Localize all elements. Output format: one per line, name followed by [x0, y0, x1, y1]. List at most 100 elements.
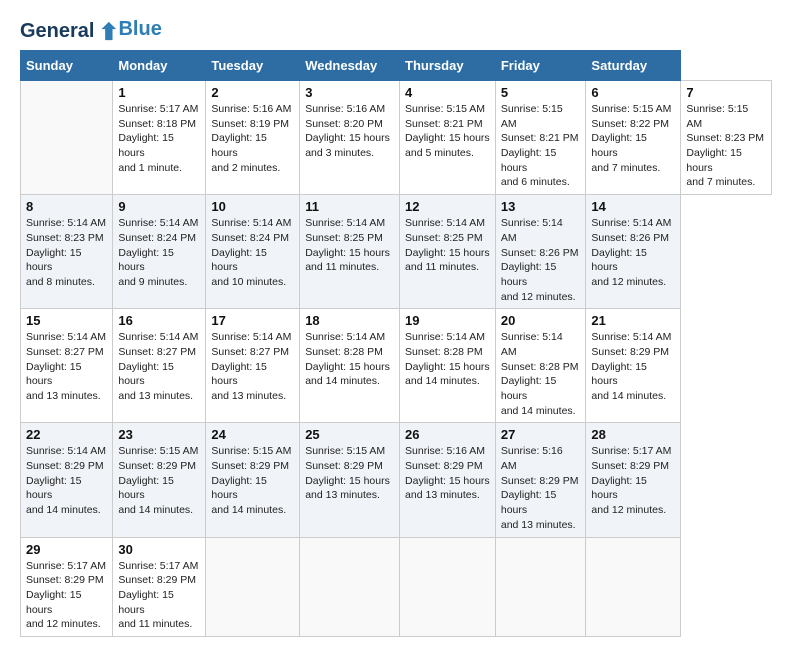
day-info: Sunrise: 5:14 AMSunset: 8:27 PMDaylight:…	[211, 330, 294, 403]
day-cell-30: 30 Sunrise: 5:17 AMSunset: 8:29 PMDaylig…	[113, 537, 206, 636]
day-info: Sunrise: 5:15 AMSunset: 8:22 PMDaylight:…	[591, 102, 675, 175]
day-info: Sunrise: 5:14 AMSunset: 8:29 PMDaylight:…	[26, 444, 107, 517]
calendar-week-0: 1 Sunrise: 5:17 AMSunset: 8:18 PMDayligh…	[21, 81, 772, 195]
day-number: 10	[211, 199, 294, 214]
col-header-friday: Friday	[495, 51, 586, 81]
day-info: Sunrise: 5:14 AMSunset: 8:26 PMDaylight:…	[591, 216, 675, 289]
empty-cell	[300, 537, 400, 636]
day-number: 13	[501, 199, 581, 214]
day-number: 5	[501, 85, 581, 100]
day-info: Sunrise: 5:14 AMSunset: 8:26 PMDaylight:…	[501, 216, 581, 304]
col-header-sunday: Sunday	[21, 51, 113, 81]
day-cell-4: 4 Sunrise: 5:15 AMSunset: 8:21 PMDayligh…	[400, 81, 496, 195]
day-info: Sunrise: 5:17 AMSunset: 8:18 PMDaylight:…	[118, 102, 200, 175]
day-cell-3: 3 Sunrise: 5:16 AMSunset: 8:20 PMDayligh…	[300, 81, 400, 195]
day-info: Sunrise: 5:14 AMSunset: 8:23 PMDaylight:…	[26, 216, 107, 289]
day-cell-12: 12 Sunrise: 5:14 AMSunset: 8:25 PMDaylig…	[400, 195, 496, 309]
empty-cell	[586, 537, 681, 636]
day-info: Sunrise: 5:15 AMSunset: 8:21 PMDaylight:…	[405, 102, 490, 161]
calendar-header-row: SundayMondayTuesdayWednesdayThursdayFrid…	[21, 51, 772, 81]
day-number: 29	[26, 542, 107, 557]
day-number: 16	[118, 313, 200, 328]
day-info: Sunrise: 5:15 AMSunset: 8:29 PMDaylight:…	[305, 444, 394, 503]
empty-cell	[495, 537, 586, 636]
calendar-week-4: 29 Sunrise: 5:17 AMSunset: 8:29 PMDaylig…	[21, 537, 772, 636]
day-number: 8	[26, 199, 107, 214]
day-cell-18: 18 Sunrise: 5:14 AMSunset: 8:28 PMDaylig…	[300, 309, 400, 423]
day-info: Sunrise: 5:14 AMSunset: 8:24 PMDaylight:…	[118, 216, 200, 289]
day-cell-14: 14 Sunrise: 5:14 AMSunset: 8:26 PMDaylig…	[586, 195, 681, 309]
day-number: 6	[591, 85, 675, 100]
day-cell-21: 21 Sunrise: 5:14 AMSunset: 8:29 PMDaylig…	[586, 309, 681, 423]
day-cell-20: 20 Sunrise: 5:14 AMSunset: 8:28 PMDaylig…	[495, 309, 586, 423]
day-number: 11	[305, 199, 394, 214]
day-cell-27: 27 Sunrise: 5:16 AMSunset: 8:29 PMDaylig…	[495, 423, 586, 537]
day-info: Sunrise: 5:16 AMSunset: 8:19 PMDaylight:…	[211, 102, 294, 175]
day-number: 9	[118, 199, 200, 214]
day-info: Sunrise: 5:17 AMSunset: 8:29 PMDaylight:…	[591, 444, 675, 517]
day-cell-8: 8 Sunrise: 5:14 AMSunset: 8:23 PMDayligh…	[21, 195, 113, 309]
day-cell-15: 15 Sunrise: 5:14 AMSunset: 8:27 PMDaylig…	[21, 309, 113, 423]
day-cell-10: 10 Sunrise: 5:14 AMSunset: 8:24 PMDaylig…	[206, 195, 300, 309]
day-number: 27	[501, 427, 581, 442]
day-cell-19: 19 Sunrise: 5:14 AMSunset: 8:28 PMDaylig…	[400, 309, 496, 423]
empty-cell	[206, 537, 300, 636]
day-info: Sunrise: 5:15 AMSunset: 8:29 PMDaylight:…	[118, 444, 200, 517]
day-number: 20	[501, 313, 581, 328]
day-info: Sunrise: 5:14 AMSunset: 8:28 PMDaylight:…	[501, 330, 581, 418]
logo-general-text: General	[20, 21, 94, 41]
day-info: Sunrise: 5:16 AMSunset: 8:29 PMDaylight:…	[405, 444, 490, 503]
day-number: 7	[686, 85, 766, 100]
day-cell-22: 22 Sunrise: 5:14 AMSunset: 8:29 PMDaylig…	[21, 423, 113, 537]
calendar-week-1: 8 Sunrise: 5:14 AMSunset: 8:23 PMDayligh…	[21, 195, 772, 309]
day-info: Sunrise: 5:16 AMSunset: 8:20 PMDaylight:…	[305, 102, 394, 161]
calendar-table: SundayMondayTuesdayWednesdayThursdayFrid…	[20, 50, 772, 637]
day-cell-5: 5 Sunrise: 5:15 AMSunset: 8:21 PMDayligh…	[495, 81, 586, 195]
col-header-monday: Monday	[113, 51, 206, 81]
day-number: 26	[405, 427, 490, 442]
day-cell-16: 16 Sunrise: 5:14 AMSunset: 8:27 PMDaylig…	[113, 309, 206, 423]
day-cell-9: 9 Sunrise: 5:14 AMSunset: 8:24 PMDayligh…	[113, 195, 206, 309]
day-number: 1	[118, 85, 200, 100]
empty-cell	[21, 81, 113, 195]
day-cell-13: 13 Sunrise: 5:14 AMSunset: 8:26 PMDaylig…	[495, 195, 586, 309]
day-number: 18	[305, 313, 394, 328]
empty-cell	[400, 537, 496, 636]
day-cell-23: 23 Sunrise: 5:15 AMSunset: 8:29 PMDaylig…	[113, 423, 206, 537]
col-header-wednesday: Wednesday	[300, 51, 400, 81]
day-cell-6: 6 Sunrise: 5:15 AMSunset: 8:22 PMDayligh…	[586, 81, 681, 195]
day-info: Sunrise: 5:14 AMSunset: 8:28 PMDaylight:…	[405, 330, 490, 389]
day-cell-25: 25 Sunrise: 5:15 AMSunset: 8:29 PMDaylig…	[300, 423, 400, 537]
page-header: General Blue	[20, 20, 772, 42]
day-info: Sunrise: 5:14 AMSunset: 8:25 PMDaylight:…	[405, 216, 490, 275]
day-info: Sunrise: 5:15 AMSunset: 8:29 PMDaylight:…	[211, 444, 294, 517]
day-info: Sunrise: 5:14 AMSunset: 8:25 PMDaylight:…	[305, 216, 394, 275]
day-number: 25	[305, 427, 394, 442]
day-cell-24: 24 Sunrise: 5:15 AMSunset: 8:29 PMDaylig…	[206, 423, 300, 537]
col-header-saturday: Saturday	[586, 51, 681, 81]
day-number: 17	[211, 313, 294, 328]
day-info: Sunrise: 5:16 AMSunset: 8:29 PMDaylight:…	[501, 444, 581, 532]
day-number: 14	[591, 199, 675, 214]
col-header-tuesday: Tuesday	[206, 51, 300, 81]
col-header-thursday: Thursday	[400, 51, 496, 81]
day-info: Sunrise: 5:14 AMSunset: 8:29 PMDaylight:…	[591, 330, 675, 403]
day-info: Sunrise: 5:14 AMSunset: 8:24 PMDaylight:…	[211, 216, 294, 289]
day-info: Sunrise: 5:17 AMSunset: 8:29 PMDaylight:…	[118, 559, 200, 632]
day-number: 15	[26, 313, 107, 328]
day-cell-26: 26 Sunrise: 5:16 AMSunset: 8:29 PMDaylig…	[400, 423, 496, 537]
day-number: 3	[305, 85, 394, 100]
day-number: 22	[26, 427, 107, 442]
day-number: 28	[591, 427, 675, 442]
day-number: 23	[118, 427, 200, 442]
day-cell-11: 11 Sunrise: 5:14 AMSunset: 8:25 PMDaylig…	[300, 195, 400, 309]
day-cell-2: 2 Sunrise: 5:16 AMSunset: 8:19 PMDayligh…	[206, 81, 300, 195]
day-number: 4	[405, 85, 490, 100]
day-cell-29: 29 Sunrise: 5:17 AMSunset: 8:29 PMDaylig…	[21, 537, 113, 636]
calendar-week-2: 15 Sunrise: 5:14 AMSunset: 8:27 PMDaylig…	[21, 309, 772, 423]
day-info: Sunrise: 5:15 AMSunset: 8:23 PMDaylight:…	[686, 102, 766, 190]
day-cell-1: 1 Sunrise: 5:17 AMSunset: 8:18 PMDayligh…	[113, 81, 206, 195]
day-number: 21	[591, 313, 675, 328]
day-cell-28: 28 Sunrise: 5:17 AMSunset: 8:29 PMDaylig…	[586, 423, 681, 537]
day-cell-7: 7 Sunrise: 5:15 AMSunset: 8:23 PMDayligh…	[681, 81, 772, 195]
